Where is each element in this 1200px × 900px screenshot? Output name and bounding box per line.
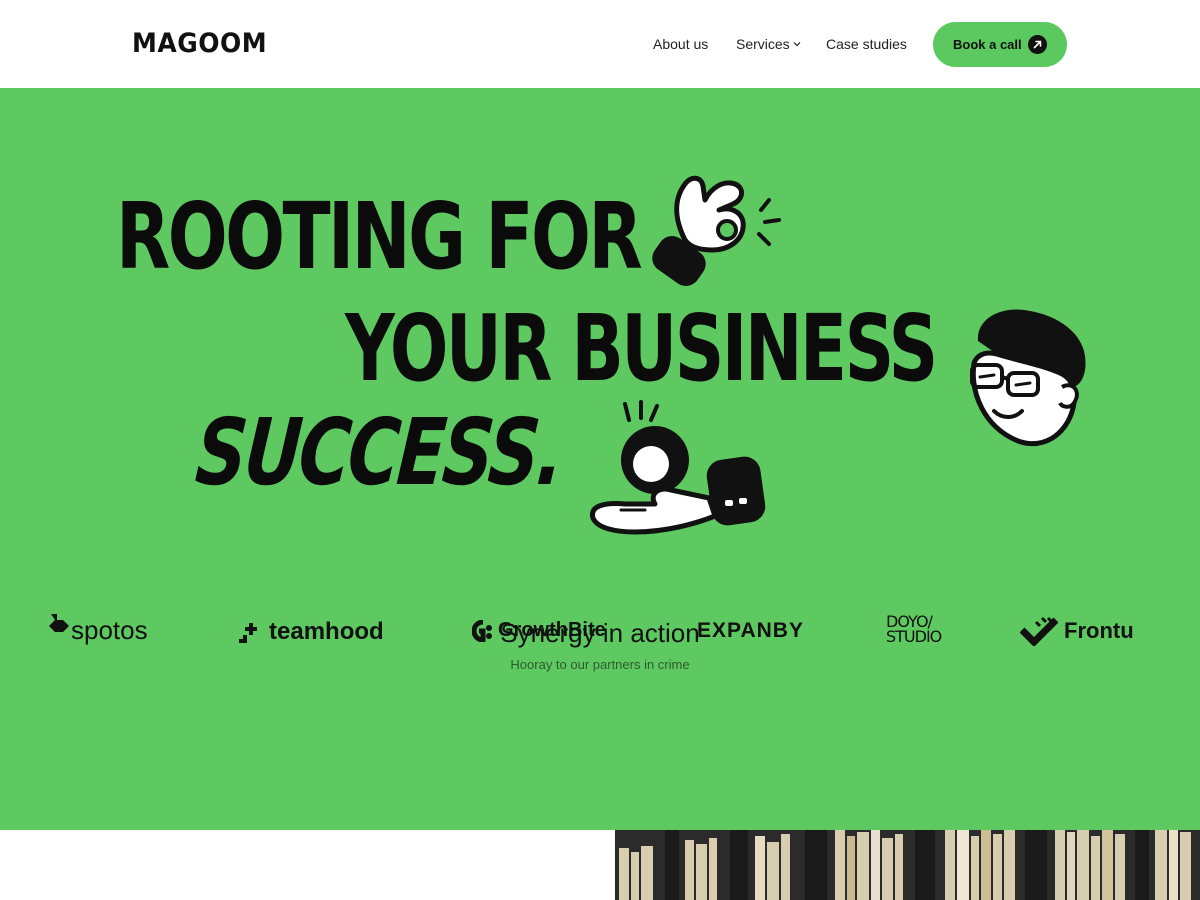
spotos-logo-icon: [49, 613, 69, 632]
hero-headline-line3: SUCCESS.: [192, 400, 566, 507]
nav-services-label: Services: [736, 36, 790, 52]
hand-with-coin-illustration: [589, 400, 766, 535]
hero-section: ROOTING FOR YOUR BUSINESS SUCCESS. Syner…: [0, 88, 1200, 830]
spotos-wordmark: spotos: [71, 615, 148, 645]
nav-about-us[interactable]: About us: [653, 36, 708, 52]
partner-logo-spotos[interactable]: spotos: [47, 613, 148, 646]
chevron-down-icon: [793, 42, 801, 47]
bookshelf-photo: [615, 830, 1200, 900]
teamhood-wordmark: teamhood: [269, 618, 384, 645]
partners-subtitle: Hooray to our partners in crime: [510, 657, 690, 672]
nav-case-studies[interactable]: Case studies: [826, 36, 907, 52]
doyo-wordmark-line2: STUDIO: [886, 627, 942, 646]
growthbite-logo-icon: [472, 619, 492, 642]
nav-services[interactable]: Services: [736, 36, 801, 52]
teamhood-logo-icon: [239, 623, 257, 643]
hero-headline-line1: ROOTING FOR: [116, 184, 643, 291]
book-a-call-label: Book a call: [953, 37, 1022, 52]
expanby-wordmark: EXPANBY: [697, 619, 804, 642]
ok-hand-illustration: [652, 175, 781, 286]
smiling-face-illustration: [970, 309, 1086, 447]
partner-logo-doyo-studio[interactable]: DOYO/ STUDIO: [886, 614, 942, 646]
partner-logo-frontu[interactable]: Frontu: [1020, 616, 1134, 646]
partner-logo-teamhood[interactable]: teamhood: [237, 618, 384, 646]
book-a-call-button[interactable]: Book a call: [933, 22, 1067, 67]
site-header: MAGOOM About us Services Case studies Bo…: [0, 0, 1200, 88]
partner-logo-growthbite[interactable]: GrowthBite: [472, 619, 606, 642]
arrow-up-right-icon: [1028, 35, 1047, 54]
bookshelf-image: [615, 830, 1200, 900]
hero-headline-line2: YOUR BUSINESS: [345, 296, 938, 403]
growthbite-wordmark: GrowthBite: [498, 619, 606, 641]
site-logo[interactable]: MAGOOM: [132, 28, 267, 58]
frontu-logo-icon: [1020, 616, 1058, 646]
frontu-wordmark: Frontu: [1064, 618, 1134, 643]
partner-logo-expanby[interactable]: EXPANBY: [697, 619, 804, 643]
